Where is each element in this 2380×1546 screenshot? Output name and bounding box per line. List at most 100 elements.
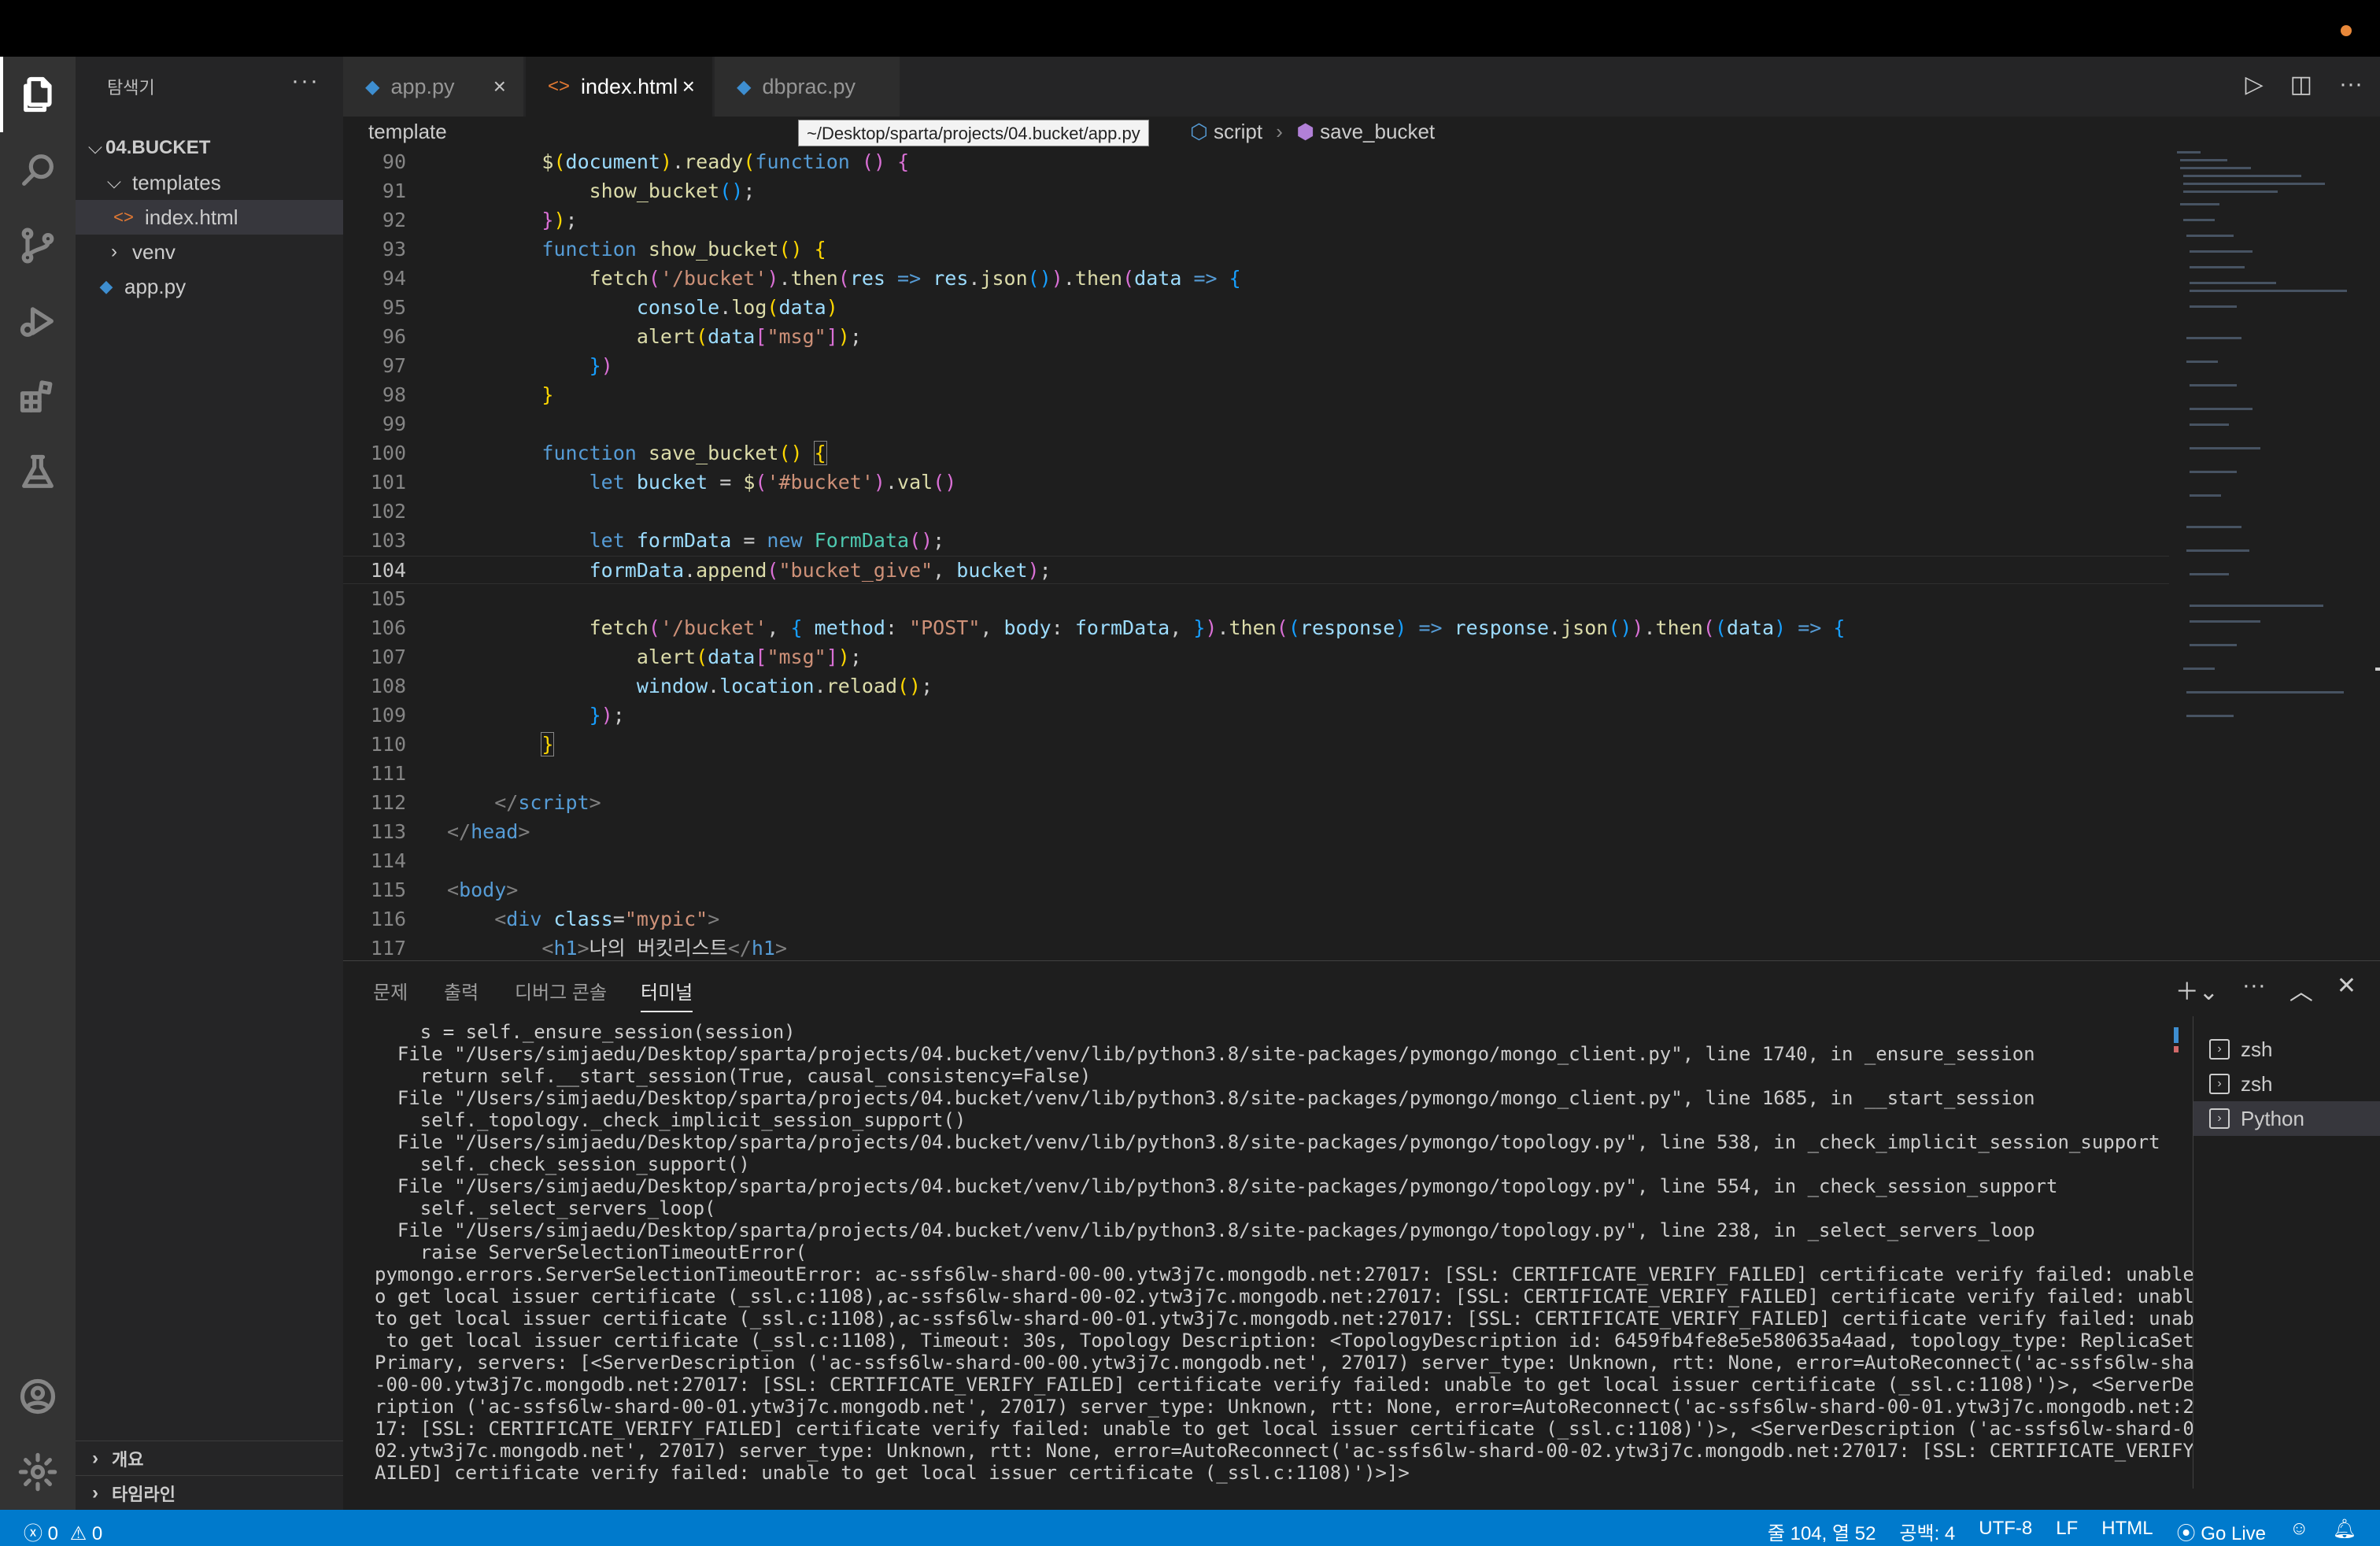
explorer-title: 탐색기 (107, 78, 155, 98)
terminal-line: self._check_session_support() (375, 1153, 750, 1175)
terminal-output[interactable]: s = self._ensure_session(session) File "… (375, 1021, 2193, 1493)
html-file-icon: <> (113, 207, 134, 227)
code-line: 108 window.location.reload(); (370, 675, 933, 697)
run-icon[interactable]: ▷ (2245, 71, 2264, 98)
cursor-position[interactable]: 줄 104, 열 52 (1768, 1518, 1876, 1545)
terminal-line: File "/Users/simjaedu/Desktop/sparta/pro… (375, 1087, 2035, 1109)
breadcrumb-item[interactable]: template (368, 120, 447, 144)
close-panel-icon[interactable]: ✕ (2337, 972, 2356, 1007)
code-editor[interactable]: 90 $(document).ready(function () { 91 sh… (343, 148, 2169, 960)
terminal-item-zsh[interactable]: › zsh (2193, 1067, 2380, 1101)
testing-icon[interactable] (0, 435, 76, 510)
indentation[interactable]: 공백: 4 (1899, 1518, 1955, 1545)
search-icon[interactable] (0, 132, 76, 208)
timeline-label: 타임라인 (112, 1484, 176, 1504)
terminal-line: File "/Users/simjaedu/Desktop/sparta/pro… (375, 1043, 2035, 1065)
language-mode[interactable]: HTML (2101, 1518, 2153, 1545)
outline-section[interactable]: › 개요 (76, 1441, 343, 1475)
tab-output[interactable]: 출력 (444, 977, 479, 1004)
terminal-line: ription ('ac-ssfs6lw-shard-00-01.ytw3j7c… (375, 1396, 2193, 1418)
tab-index-html[interactable]: <> index.html × (526, 57, 713, 117)
chevron-right-icon: › (1276, 120, 1283, 143)
tab-problems[interactable]: 문제 (373, 977, 408, 1004)
tree-item-app-py[interactable]: ◆ app.py (76, 269, 343, 304)
tab-dbprac-py[interactable]: ◆ dbprac.py (715, 57, 900, 117)
project-folder[interactable]: ⌵ 04.BUCKET (76, 131, 343, 165)
breadcrumb-item[interactable]: save_bucket (1320, 120, 1435, 143)
feedback-icon[interactable]: ☺ (2289, 1518, 2309, 1545)
code-line: 96 alert(data["msg"]); (382, 325, 862, 348)
explorer-icon[interactable] (0, 57, 76, 132)
breadcrumb-item[interactable]: script (1214, 120, 1262, 143)
error-icon: ⓧ (24, 1523, 42, 1544)
code-line: 99 (382, 412, 406, 435)
chevron-down-icon: ⌵ (87, 137, 103, 158)
close-icon[interactable]: × (682, 74, 695, 99)
terminal-line: to get local issuer certificate (_ssl.c:… (375, 1307, 2193, 1330)
code-line: 98 } (382, 383, 554, 406)
terminal-icon: › (2209, 1074, 2230, 1094)
warning-icon: ⚠ (69, 1523, 87, 1544)
terminal-line: raise ServerSelectionTimeoutError( (375, 1241, 808, 1263)
terminal-line: AILED] certificate verify failed: unable… (375, 1462, 1410, 1484)
tree-item-index-html[interactable]: <> index.html (76, 200, 343, 235)
new-terminal-icon[interactable]: ＋⌄ (2175, 972, 2219, 1007)
terminal-scroll-marker (2174, 1027, 2179, 1043)
bell-icon[interactable]: 🔔︎ (2333, 1518, 2356, 1545)
minimap[interactable] (2169, 148, 2380, 960)
terminal-line: self._topology._check_implicit_session_s… (375, 1109, 966, 1131)
extensions-icon[interactable] (0, 359, 76, 435)
path-tooltip: ~/Desktop/sparta/projects/04.bucket/app.… (798, 120, 1149, 146)
tab-label: index.html (581, 74, 678, 98)
title-bar (0, 0, 2380, 57)
close-icon[interactable]: × (493, 74, 506, 99)
html-file-icon: <> (548, 76, 571, 97)
warning-count: 0 (91, 1523, 103, 1544)
tree-item-templates[interactable]: ⌵ templates (76, 165, 343, 200)
terminal-line: 02.ytw3j7c.mongodb.net', 27017) server_t… (375, 1440, 2193, 1462)
problems-status[interactable]: ⓧ 0 ⚠ 0 (24, 1518, 102, 1545)
tree-item-label: app.py (124, 274, 187, 298)
chevron-right-icon: › (111, 241, 117, 262)
explorer-more-button[interactable]: ··· (291, 68, 320, 94)
code-line: 95 console.log(data) (382, 296, 838, 319)
method-icon: ⬢ (1296, 120, 1314, 143)
encoding[interactable]: UTF-8 (1979, 1518, 2032, 1545)
terminal-error-marker (2174, 1046, 2179, 1052)
tab-app-py[interactable]: ◆ app.py × (343, 57, 524, 117)
status-right: 줄 104, 열 52 공백: 4 UTF-8 LF HTML ⦿ Go Liv… (1768, 1518, 2356, 1545)
terminal-item-label: zsh (2241, 1037, 2273, 1061)
end-of-line[interactable]: LF (2056, 1518, 2078, 1545)
code-line: 116 <div class="mypic"> (370, 908, 720, 930)
broadcast-icon: ⦿ (2176, 1523, 2196, 1544)
tree-item-label: venv (132, 239, 176, 264)
terminal-line: s = self._ensure_session(session) (375, 1021, 796, 1043)
tab-terminal[interactable]: 터미널 (641, 977, 693, 1012)
account-icon[interactable] (0, 1359, 76, 1434)
split-editor-icon[interactable]: ◫ (2290, 71, 2312, 98)
chevron-down-icon: ⌵ (106, 172, 122, 193)
activity-bar (0, 57, 76, 1510)
more-actions-icon[interactable]: ··· (2339, 71, 2363, 98)
outline-label: 개요 (112, 1449, 144, 1470)
editor-tab-bar: ◆ app.py × <> index.html × ◆ dbprac.py ▷… (343, 57, 2380, 117)
code-line: 101 let bucket = $('#bucket').val() (370, 471, 957, 494)
python-file-icon: ◆ (99, 276, 113, 296)
timeline-section[interactable]: › 타임라인 (76, 1475, 343, 1510)
source-control-icon[interactable] (0, 208, 76, 283)
code-line: 109 }); (370, 704, 625, 727)
go-live-button[interactable]: ⦿ Go Live (2177, 1518, 2266, 1545)
settings-gear-icon[interactable] (0, 1434, 76, 1510)
code-line: 110 } (370, 732, 555, 756)
tab-label: dbprac.py (762, 74, 856, 98)
tab-debug-console[interactable]: 디버그 콘솔 (515, 977, 607, 1004)
breadcrumb: template ~/Desktop/sparta/projects/04.bu… (343, 117, 2380, 148)
tree-item-venv[interactable]: › venv (76, 235, 343, 269)
terminal-item-zsh[interactable]: › zsh (2193, 1032, 2380, 1067)
chevron-up-icon[interactable]: ︿ (2289, 972, 2313, 1007)
terminal-line: -00-00.ytw3j7c.mongodb.net:27017: [SSL: … (375, 1374, 2193, 1396)
run-debug-icon[interactable] (0, 283, 76, 359)
python-file-icon: ◆ (737, 76, 752, 98)
terminal-item-python[interactable]: › Python (2193, 1101, 2380, 1136)
more-actions-icon[interactable]: ··· (2242, 972, 2266, 1007)
